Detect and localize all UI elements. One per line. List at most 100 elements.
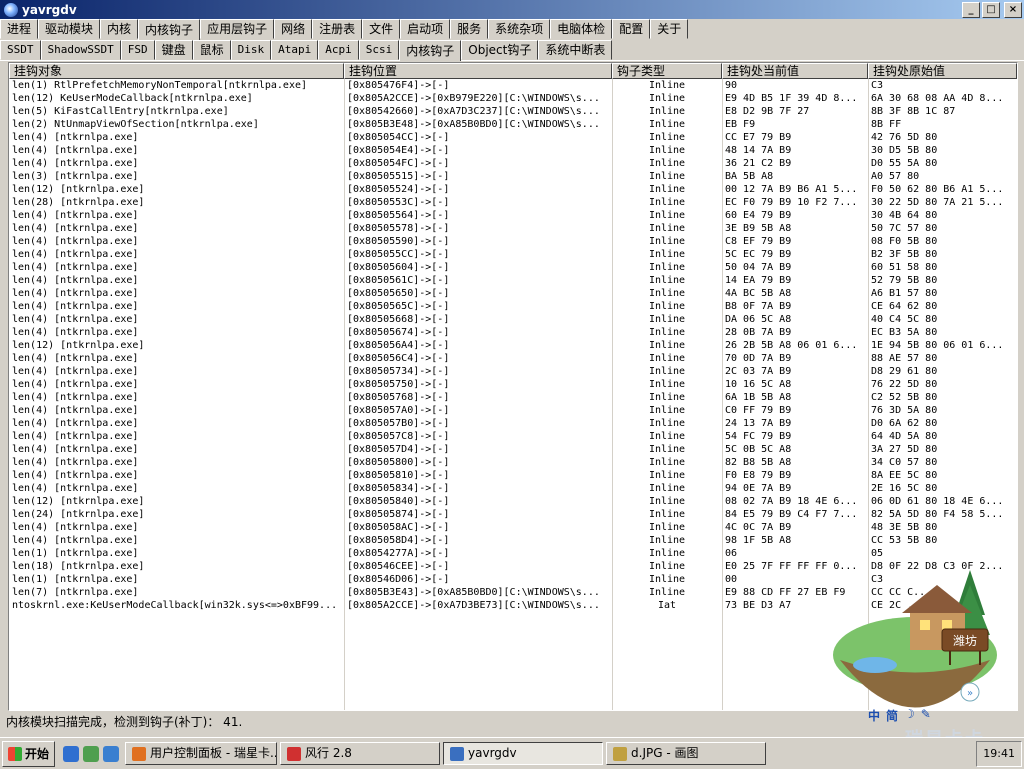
media-icon[interactable]	[103, 745, 120, 762]
task-control-panel[interactable]: 用户控制面板 - 瑞星卡...	[125, 742, 278, 765]
hook-location-cell: [0x80546CEE]->[-]	[347, 561, 450, 572]
table-row[interactable]: len(2) NtUnmapViewOfSection[ntkrnlpa.exe…	[9, 118, 1017, 131]
original-value-cell: 6A 30 68 08 AA 4D 8...	[871, 93, 1004, 104]
column-header-original-value[interactable]: 挂钩处原始值	[868, 63, 1017, 79]
sub-tab-5[interactable]: Disk	[230, 40, 272, 60]
table-row[interactable]: len(4) [ntkrnlpa.exe] [0x805057B0]->[-] In…	[9, 417, 1017, 430]
original-value-cell: C3	[871, 80, 884, 91]
sub-tab-1[interactable]: ShadowSSDT	[40, 40, 121, 60]
explorer-icon[interactable]	[83, 745, 100, 762]
table-row[interactable]: len(4) [ntkrnlpa.exe] [0x805054E4]->[-] In…	[9, 144, 1017, 157]
column-header-hook-object[interactable]: 挂钩对象	[9, 63, 344, 79]
hook-location-cell: [0x80505810]->[-]	[347, 470, 450, 481]
table-row[interactable]: len(4) [ntkrnlpa.exe] [0x805058AC]->[-] In…	[9, 521, 1017, 534]
main-tab-13[interactable]: 关于	[650, 19, 689, 39]
current-value-cell: EB F9	[725, 119, 756, 130]
main-tab-11[interactable]: 电脑体检	[550, 19, 613, 39]
hook-type-cell: Inline	[648, 483, 686, 494]
table-row[interactable]: len(4) [ntkrnlpa.exe] [0x80505834]->[-] In…	[9, 482, 1017, 495]
table-row[interactable]: len(4) [ntkrnlpa.exe] [0x805054FC]->[-] In…	[9, 157, 1017, 170]
table-row[interactable]: len(4) [ntkrnlpa.exe] [0x8050561C]->[-] In…	[9, 274, 1017, 287]
table-row[interactable]: len(28) [ntkrnlpa.exe] [0x8050553C]->[-] I…	[9, 196, 1017, 209]
table-row[interactable]: len(1) RtlPrefetchMemoryNonTemporal[ntkr…	[9, 79, 1017, 92]
hook-location-cell: [0x80505590]->[-]	[347, 236, 450, 247]
table-row[interactable]: len(4) [ntkrnlpa.exe] [0x80505604]->[-] In…	[9, 261, 1017, 274]
sub-tab-8[interactable]: Scsi	[358, 40, 400, 60]
table-row[interactable]: len(4) [ntkrnlpa.exe] [0x8050565C]->[-] In…	[9, 300, 1017, 313]
main-tab-10[interactable]: 系统杂项	[488, 19, 551, 39]
table-row[interactable]: len(4) [ntkrnlpa.exe] [0x80505590]->[-] In…	[9, 235, 1017, 248]
sub-tab-9[interactable]: 内核钩子	[399, 40, 462, 61]
column-header-current-value[interactable]: 挂钩处当前值	[722, 63, 868, 79]
main-tab-4[interactable]: 应用层钩子	[200, 19, 275, 39]
title-bar[interactable]: yavrgdv _ □ ×	[0, 0, 1024, 19]
table-row[interactable]: len(4) [ntkrnlpa.exe] [0x805057D4]->[-] In…	[9, 443, 1017, 456]
column-header-hook-type[interactable]: 钩子类型	[612, 63, 722, 79]
ie-icon[interactable]	[63, 745, 80, 762]
clock[interactable]: 19:41	[983, 747, 1015, 760]
taskbar: 开始 用户控制面板 - 瑞星卡... 风行 2.8 yavrgdv d.JPG …	[0, 737, 1024, 769]
current-value-cell: 4C 0C 7A B9	[725, 522, 792, 533]
main-tab-7[interactable]: 文件	[362, 19, 401, 39]
hook-type-cell: Inline	[648, 353, 686, 364]
hook-location-cell: [0x80505874]->[-]	[347, 509, 450, 520]
task-fengxing[interactable]: 风行 2.8	[280, 742, 441, 765]
sub-tab-4[interactable]: 鼠标	[192, 40, 231, 60]
table-row[interactable]: len(4) [ntkrnlpa.exe] [0x80505564]->[-] In…	[9, 209, 1017, 222]
start-label: 开始	[25, 747, 50, 761]
table-row[interactable]: len(24) [ntkrnlpa.exe] [0x80505874]->[-] I…	[9, 508, 1017, 521]
hook-type-cell: Inline	[648, 119, 686, 130]
hook-location-cell: [0x805057D4]->[-]	[347, 444, 450, 455]
original-value-cell: D0 55 5A 80	[871, 158, 938, 169]
sub-tab-2[interactable]: FSD	[120, 40, 155, 60]
table-row[interactable]: len(4) [ntkrnlpa.exe] [0x805055CC]->[-] In…	[9, 248, 1017, 261]
table-row[interactable]: len(4) [ntkrnlpa.exe] [0x80505734]->[-] In…	[9, 365, 1017, 378]
main-tab-6[interactable]: 注册表	[312, 19, 363, 39]
table-row[interactable]: len(4) [ntkrnlpa.exe] [0x80505650]->[-] In…	[9, 287, 1017, 300]
table-row[interactable]: len(4) [ntkrnlpa.exe] [0x80505800]->[-] In…	[9, 456, 1017, 469]
close-button[interactable]: ×	[1004, 2, 1022, 18]
table-row[interactable]: len(3) [ntkrnlpa.exe] [0x80505515]->[-] In…	[9, 170, 1017, 183]
table-row[interactable]: len(12) KeUserModeCallback[ntkrnlpa.exe]…	[9, 92, 1017, 105]
task-yavrgdv[interactable]: yavrgdv	[443, 742, 604, 765]
paint-icon	[613, 746, 628, 761]
main-tab-5[interactable]: 网络	[274, 19, 313, 39]
table-row[interactable]: len(4) [ntkrnlpa.exe] [0x80505668]->[-] In…	[9, 313, 1017, 326]
hook-location-cell: [0x805058D4]->[-]	[347, 535, 450, 546]
minimize-button[interactable]: _	[962, 2, 980, 18]
table-row[interactable]: len(4) [ntkrnlpa.exe] [0x805056C4]->[-] In…	[9, 352, 1017, 365]
table-row[interactable]: len(4) [ntkrnlpa.exe] [0x805057A0]->[-] In…	[9, 404, 1017, 417]
sub-tab-3[interactable]: 键盘	[154, 40, 193, 60]
sub-tab-7[interactable]: Acpi	[318, 40, 359, 60]
table-row[interactable]: len(12) [ntkrnlpa.exe] [0x80505840]->[-] I…	[9, 495, 1017, 508]
table-row[interactable]: len(5) KiFastCallEntry[ntkrnlpa.exe] [0x8…	[9, 105, 1017, 118]
table-row[interactable]: len(4) [ntkrnlpa.exe] [0x80505768]->[-] In…	[9, 391, 1017, 404]
hook-location-cell: [0x80546D06]->[-]	[347, 574, 450, 585]
main-tab-9[interactable]: 服务	[450, 19, 489, 39]
current-value-cell: E9 4D B5 1F 39 4D 8...	[725, 93, 858, 104]
table-row[interactable]: len(4) [ntkrnlpa.exe] [0x805054CC]->[-] In…	[9, 131, 1017, 144]
sub-tab-11[interactable]: 系统中断表	[538, 40, 613, 60]
main-tab-0[interactable]: 进程	[0, 19, 39, 39]
start-button[interactable]: 开始	[2, 740, 56, 767]
main-tab-12[interactable]: 配置	[612, 19, 651, 39]
table-row[interactable]: len(12) [ntkrnlpa.exe] [0x805056A4]->[-] I…	[9, 339, 1017, 352]
column-header-hook-location[interactable]: 挂钩位置	[344, 63, 612, 79]
sub-tab-10[interactable]: Object钩子	[461, 40, 539, 60]
table-row[interactable]: len(4) [ntkrnlpa.exe] [0x80505674]->[-] In…	[9, 326, 1017, 339]
sub-tab-0[interactable]: SSDT	[0, 40, 41, 60]
main-tab-8[interactable]: 启动项	[400, 19, 451, 39]
task-paint[interactable]: d.JPG - 画图	[606, 742, 767, 765]
table-row[interactable]: len(4) [ntkrnlpa.exe] [0x80505578]->[-] In…	[9, 222, 1017, 235]
main-tab-1[interactable]: 驱动模块	[38, 19, 101, 39]
main-tab-2[interactable]: 内核	[100, 19, 139, 39]
table-row[interactable]: len(4) [ntkrnlpa.exe] [0x80505750]->[-] In…	[9, 378, 1017, 391]
table-row[interactable]: len(4) [ntkrnlpa.exe] [0x805058D4]->[-] In…	[9, 534, 1017, 547]
table-row[interactable]: len(4) [ntkrnlpa.exe] [0x805057C8]->[-] In…	[9, 430, 1017, 443]
hook-object-cell: len(4) [ntkrnlpa.exe]	[12, 522, 139, 533]
maximize-button[interactable]: □	[982, 2, 1000, 18]
sub-tab-6[interactable]: Atapi	[271, 40, 319, 60]
main-tab-3[interactable]: 内核钩子	[138, 19, 201, 40]
table-row[interactable]: len(12) [ntkrnlpa.exe] [0x80505524]->[-] I…	[9, 183, 1017, 196]
table-row[interactable]: len(4) [ntkrnlpa.exe] [0x80505810]->[-] In…	[9, 469, 1017, 482]
